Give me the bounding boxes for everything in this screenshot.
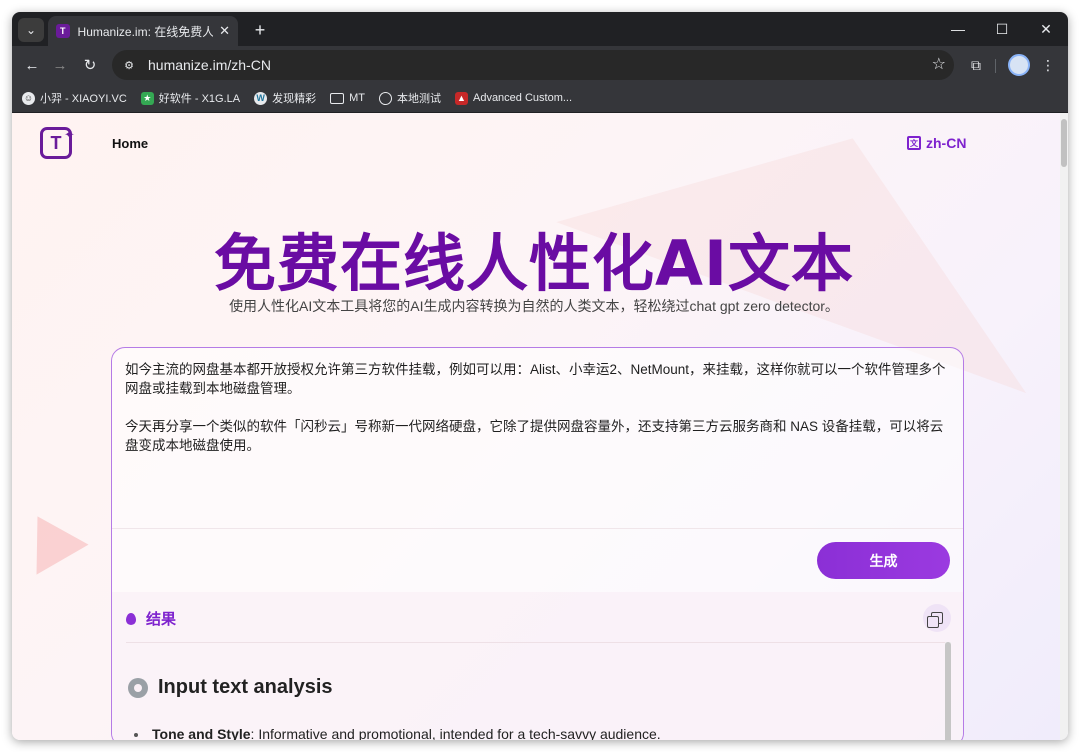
result-panel: 结果 Input text analysis Tone and Style: I… (112, 592, 963, 740)
wordpress-icon: W (254, 91, 268, 105)
tab-search-chevron-icon[interactable]: ⌄ (18, 18, 44, 42)
divider (112, 528, 963, 529)
page-viewport: T ✦ Home 文 zh-CN 免费在线人性化AI文本 使用人性化AI文本工具… (12, 113, 1068, 740)
folder-icon (330, 92, 345, 104)
page-scroll-thumb[interactable] (1061, 119, 1067, 167)
hero-subtitle: 使用人性化AI文本工具将您的AI生成内容转换为自然的人类文本，轻松绕过chat … (229, 298, 839, 314)
bookmarks-bar: ☺ 小羿 - XIAOYI.VC ★ 好软件 - X1G.LA W 发现精彩 M… (12, 84, 1068, 113)
language-switcher[interactable]: 文 zh-CN (907, 135, 966, 151)
list-item: Tone and Style: Informative and promotio… (152, 726, 661, 740)
bookmark-label: 发现精彩 (272, 93, 317, 105)
list-bullet (134, 733, 138, 737)
gear-icon (128, 677, 148, 698)
result-heading-label: 结果 (146, 611, 177, 628)
tab-close-icon[interactable]: ✕ (219, 23, 230, 39)
bookmark-label: 好软件 - X1G.LA (158, 93, 241, 105)
bookmark-label: Advanced Custom... (472, 92, 573, 104)
maximize-icon[interactable]: ☐ (980, 12, 1024, 46)
url-text[interactable]: humanize.im/zh-CN (148, 57, 271, 73)
copy-icon (927, 612, 943, 628)
reload-icon[interactable]: ↻ (78, 53, 102, 77)
forward-arrow-icon[interactable]: → (48, 53, 72, 77)
pin-icon (126, 612, 136, 625)
nav-home-link[interactable]: Home (112, 136, 148, 151)
close-window-icon[interactable]: ✕ (1024, 12, 1068, 46)
back-arrow-icon[interactable]: ← (20, 53, 44, 77)
bookmark-star-icon[interactable]: ☆ (932, 54, 946, 74)
copy-button[interactable] (923, 604, 951, 632)
language-label: zh-CN (926, 135, 967, 151)
browser-toolbar: ← → ↻ ⚙ humanize.im/zh-CN ☆ ⧉ ⋮ (12, 46, 1068, 84)
bookmark-item[interactable]: ★ 好软件 - X1G.LA (140, 90, 241, 106)
avatar-icon: ☺ (22, 91, 35, 105)
humanizer-card: 如今主流的网盘基本都开放授权允许第三方软件挂载，例如可以用：Alist、小幸运2… (111, 347, 964, 740)
bookmark-item[interactable]: 本地测试 (378, 90, 441, 106)
title-bar: ⌄ T Humanize.im: 在线免费人性化 ✕ + — ☐ ✕ (12, 12, 1068, 46)
result-heading: 结果 (126, 608, 176, 629)
analysis-title: Input text analysis (158, 676, 333, 698)
tone-label: Tone and Style (152, 726, 251, 740)
sparkle-icon: ✦ (64, 127, 75, 142)
extensions-puzzle-icon[interactable]: ⧉ (964, 53, 988, 77)
result-scrollbar[interactable] (945, 642, 951, 740)
window-controls: — ☐ ✕ (936, 12, 1068, 46)
generate-button[interactable]: 生成 (817, 542, 950, 579)
plugin-icon: ▲ (454, 91, 468, 105)
profile-avatar[interactable] (1008, 54, 1030, 76)
site-favicon-icon: T (56, 24, 70, 38)
hero-title: 免费在线人性化AI文本 (213, 227, 855, 300)
browser-window: ⌄ T Humanize.im: 在线免费人性化 ✕ + — ☐ ✕ ← → ↻… (12, 12, 1068, 740)
result-scroll-thumb[interactable] (945, 642, 951, 740)
background-decoration (12, 501, 89, 575)
page-scrollbar[interactable] (1060, 113, 1068, 740)
input-paragraph: 今天再分享一个类似的软件「闪秒云」号称新一代网络硬盘，它除了提供网盘容量外，还支… (125, 419, 944, 453)
bookmark-item[interactable]: ▲ Advanced Custom... (454, 91, 573, 105)
minimize-icon[interactable]: — (936, 12, 980, 46)
site-settings-icon[interactable]: ⚙ (118, 54, 140, 76)
globe-icon (378, 91, 392, 105)
bookmark-item[interactable]: W 发现精彩 (254, 90, 316, 106)
bookmark-label: 小羿 - XIAOYI.VC (40, 93, 127, 105)
translate-icon: 文 (907, 136, 921, 150)
toolbar-separator (995, 59, 996, 73)
bookmark-label: 本地测试 (396, 93, 441, 105)
analysis-heading: Input text analysis (128, 676, 333, 699)
bookmark-item[interactable]: MT (330, 92, 365, 104)
new-tab-plus-icon[interactable]: + (248, 18, 272, 42)
more-menu-icon[interactable]: ⋮ (1038, 53, 1058, 77)
bookmark-label: MT (349, 92, 365, 104)
tone-value: : Informative and promotional, intended … (250, 726, 661, 740)
app-icon: ★ (140, 91, 154, 105)
tab-title: Humanize.im: 在线免费人性化 (77, 24, 214, 39)
browser-tab[interactable]: T Humanize.im: 在线免费人性化 ✕ (48, 16, 238, 46)
address-bar[interactable]: ⚙ humanize.im/zh-CN ☆ (112, 50, 954, 80)
bookmark-item[interactable]: ☺ 小羿 - XIAOYI.VC (22, 90, 127, 106)
divider (126, 642, 951, 643)
input-textarea[interactable]: 如今主流的网盘基本都开放授权允许第三方软件挂载，例如可以用：Alist、小幸运2… (125, 360, 951, 474)
input-paragraph: 如今主流的网盘基本都开放授权允许第三方软件挂载，例如可以用：Alist、小幸运2… (125, 362, 946, 396)
